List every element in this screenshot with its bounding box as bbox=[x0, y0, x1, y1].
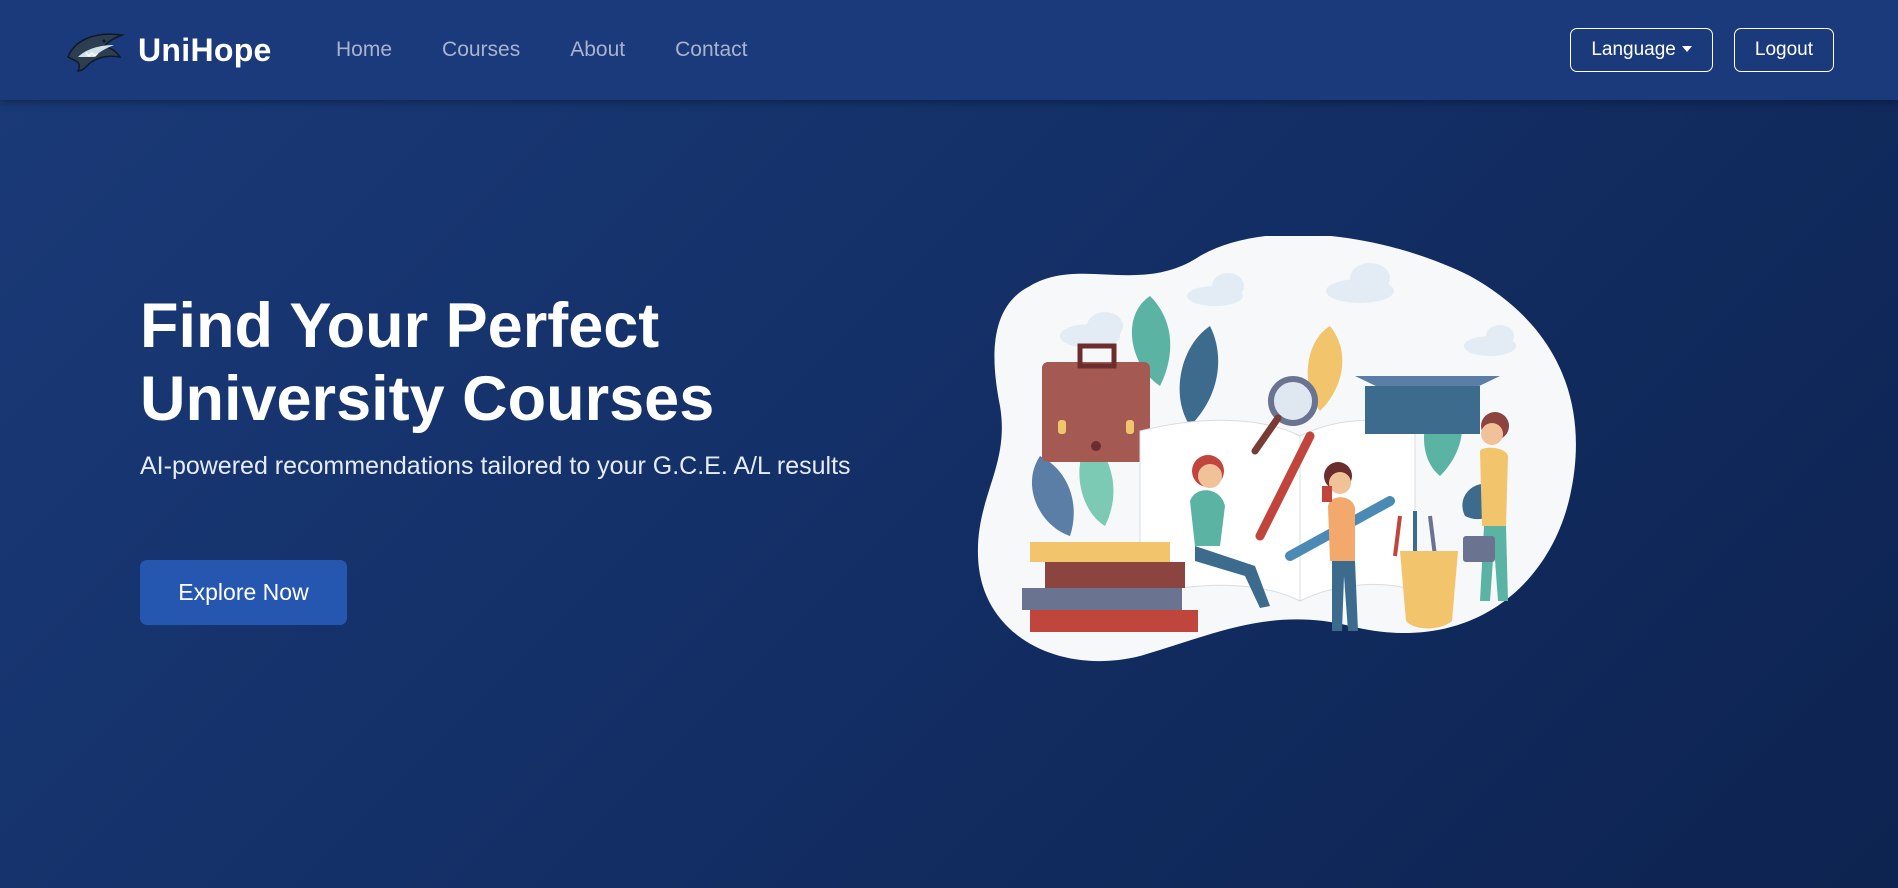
hero-subtitle: AI-powered recommendations tailored to y… bbox=[140, 452, 851, 480]
nav-home[interactable]: Home bbox=[336, 38, 392, 62]
language-label: Language bbox=[1591, 39, 1676, 60]
students-illustration bbox=[977, 236, 1576, 662]
graduation-cap-icon bbox=[1355, 376, 1500, 434]
nav-links: Home Courses About Contact bbox=[336, 0, 798, 100]
nav-about[interactable]: About bbox=[570, 38, 625, 62]
explore-now-button[interactable]: Explore Now bbox=[140, 560, 347, 625]
nav-courses[interactable]: Courses bbox=[442, 38, 520, 62]
hero-title-line2: University Courses bbox=[140, 364, 715, 434]
language-dropdown-button[interactable]: Language bbox=[1570, 28, 1713, 72]
navbar: UniHope Home Courses About Contact Langu… bbox=[0, 0, 1898, 100]
nav-actions: Language Logout bbox=[1570, 28, 1834, 72]
hero-title: Find Your Perfect University Courses bbox=[140, 290, 714, 436]
logout-button[interactable]: Logout bbox=[1733, 28, 1834, 72]
brand-name: UniHope bbox=[138, 31, 272, 68]
caret-down-icon bbox=[1681, 45, 1692, 52]
shark-logo-icon bbox=[67, 33, 125, 72]
brand-link[interactable]: UniHope bbox=[64, 26, 272, 74]
hero-title-line1: Find Your Perfect bbox=[140, 291, 660, 361]
briefcase-icon bbox=[1042, 343, 1150, 462]
nav-contact[interactable]: Contact bbox=[675, 38, 747, 62]
